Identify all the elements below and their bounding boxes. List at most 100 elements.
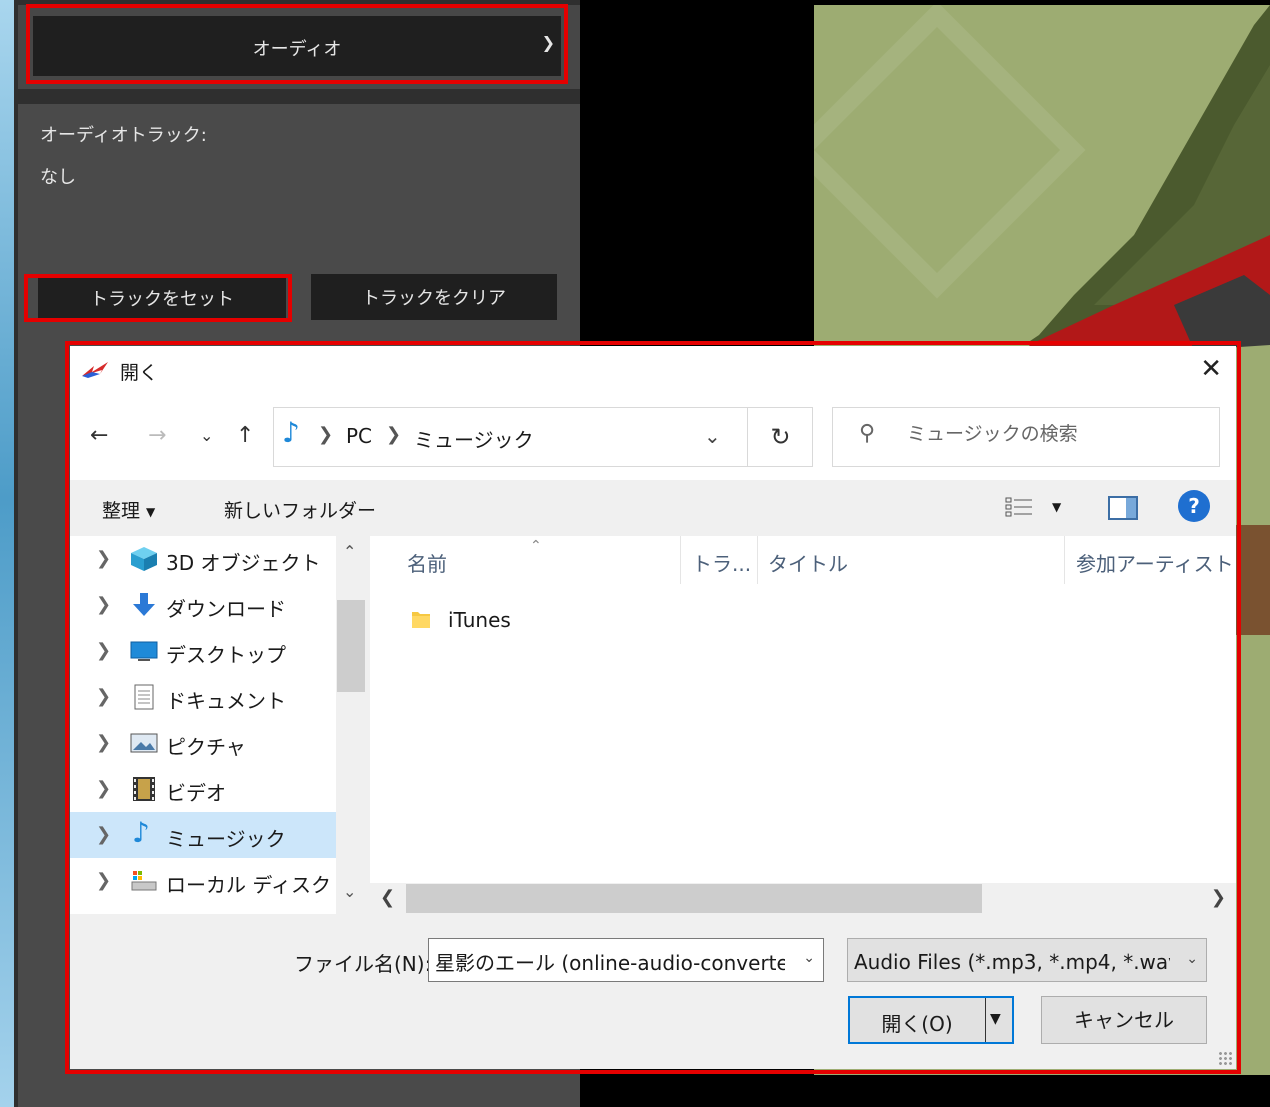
scroll-thumb[interactable] <box>337 600 365 692</box>
forward-arrow-icon[interactable]: → <box>148 424 166 448</box>
dropdown-value: オーディオ <box>252 39 342 60</box>
tree-item-local-disk[interactable]: ❯ ローカル ディスク (C <box>70 858 359 904</box>
tree-item-label: ダウンロード <box>166 597 286 621</box>
audio-track-value: なし <box>40 167 76 188</box>
view-options-caret-icon[interactable]: ▼ <box>1052 500 1061 514</box>
tree-item-videos[interactable]: ❯ ビデオ <box>70 766 336 812</box>
clear-track-button[interactable]: トラックをクリア <box>311 274 557 320</box>
refresh-icon[interactable]: ↻ <box>747 408 813 466</box>
open-file-dialog: 開く ✕ ← → ⌄ ↑ ♪ ❯ PC ❯ ミュージック ⌄ ↻ ⚲ 整理 ▼ 新… <box>70 346 1236 1069</box>
chevron-down-icon: ❯ <box>541 33 555 52</box>
tree-item-label: ローカル ディスク (C <box>166 873 360 897</box>
breadcrumb-separator-icon[interactable]: ❯ <box>386 424 401 445</box>
tree-scrollbar[interactable]: ⌃ ⌄ <box>336 536 366 914</box>
file-list-pane: ⌃ 名前 トラ... タイトル 参加アーティスト iTunes <box>370 536 1236 914</box>
expand-chevron-icon[interactable]: ❯ <box>96 778 111 799</box>
expand-chevron-icon[interactable]: ❯ <box>96 548 111 569</box>
breadcrumb-pc[interactable]: PC <box>346 424 372 448</box>
file-name: iTunes <box>448 608 511 632</box>
horizontal-scrollbar[interactable]: ❮ ❯ <box>370 883 1236 914</box>
tree-item-label: ドキュメント <box>166 689 286 713</box>
folder-icon <box>412 612 430 628</box>
audio-track-label: オーディオトラック: <box>40 125 207 146</box>
expand-chevron-icon[interactable]: ❯ <box>96 870 111 891</box>
help-icon[interactable]: ? <box>1178 490 1210 522</box>
column-divider[interactable] <box>757 536 758 584</box>
scroll-thumb[interactable] <box>406 884 982 913</box>
view-options-icon[interactable] <box>1005 496 1033 518</box>
search-icon: ⚲ <box>859 421 876 446</box>
caret-down-icon: ▼ <box>146 504 156 519</box>
sort-ascending-icon: ⌃ <box>530 538 542 554</box>
filename-input[interactable] <box>435 949 785 973</box>
filetype-value: Audio Files (*.mp3, *.mp4, *.wav <box>854 950 1170 974</box>
resize-grip-icon[interactable] <box>1218 1051 1232 1065</box>
tree-item-desktop[interactable]: ❯ デスクトップ <box>70 628 336 674</box>
scroll-right-icon[interactable]: ❯ <box>1211 887 1226 908</box>
background-sky <box>0 0 14 1107</box>
dialog-title: 開く <box>120 362 159 384</box>
tree-item-3d-objects[interactable]: ❯ 3D オブジェクト <box>70 536 336 582</box>
scroll-up-icon[interactable]: ⌃ <box>343 542 356 561</box>
organize-label: 整理 <box>102 500 141 522</box>
expand-chevron-icon[interactable]: ❯ <box>96 640 111 661</box>
filename-field[interactable]: ⌄ <box>428 938 824 982</box>
column-header-track[interactable]: トラ... <box>692 548 751 577</box>
scroll-down-icon[interactable]: ⌄ <box>343 882 356 901</box>
dialog-titlebar: 開く ✕ <box>70 346 1236 394</box>
document-icon <box>134 684 154 710</box>
breadcrumb-music[interactable]: ミュージック <box>414 424 534 453</box>
expand-chevron-icon[interactable]: ❯ <box>96 732 111 753</box>
address-bar[interactable]: ♪ ❯ PC ❯ ミュージック ⌄ ↻ <box>273 407 813 467</box>
tree-item-documents[interactable]: ❯ ドキュメント <box>70 674 336 720</box>
download-arrow-icon <box>133 593 155 616</box>
search-box[interactable]: ⚲ <box>832 407 1220 467</box>
picture-icon <box>130 733 158 753</box>
cancel-button[interactable]: キャンセル <box>1041 996 1207 1044</box>
search-input[interactable] <box>907 423 1207 445</box>
split-divider <box>985 998 986 1042</box>
caret-down-icon[interactable]: ▼ <box>990 1011 1001 1027</box>
filetype-select[interactable]: Audio Files (*.mp3, *.mp4, *.wav ⌄ <box>847 938 1207 982</box>
recent-locations-chevron-icon[interactable]: ⌄ <box>200 424 213 448</box>
address-history-chevron-icon[interactable]: ⌄ <box>704 424 721 448</box>
close-icon[interactable]: ✕ <box>1200 354 1222 384</box>
back-arrow-icon[interactable]: ← <box>90 424 108 448</box>
audio-category-dropdown[interactable]: オーディオ ❯ <box>33 16 561 76</box>
dialog-footer: ファイル名(N): ⌄ Audio Files (*.mp3, *.mp4, *… <box>70 914 1236 1069</box>
new-folder-button[interactable]: 新しいフォルダー <box>224 496 376 523</box>
cube-3d-icon <box>131 547 157 571</box>
up-arrow-icon[interactable]: ↑ <box>236 424 254 448</box>
tree-item-label: ピクチャ <box>166 735 246 759</box>
chevron-down-icon: ⌄ <box>1186 951 1198 967</box>
column-header-name[interactable]: 名前 <box>407 548 447 577</box>
tree-item-music[interactable]: ❯ ♪ ミュージック <box>70 812 336 858</box>
column-header-artist[interactable]: 参加アーティスト <box>1076 548 1234 577</box>
column-divider[interactable] <box>1064 536 1065 584</box>
music-note-icon: ♪ <box>132 816 150 849</box>
column-divider[interactable] <box>680 536 681 584</box>
tree-item-label: ミュージック <box>166 827 286 851</box>
navigation-bar: ← → ⌄ ↑ ♪ ❯ PC ❯ ミュージック ⌄ ↻ ⚲ <box>70 394 1236 480</box>
expand-chevron-icon[interactable]: ❯ <box>96 824 111 845</box>
expand-chevron-icon[interactable]: ❯ <box>96 686 111 707</box>
command-toolbar: 整理 ▼ 新しいフォルダー ▼ ? <box>70 480 1236 536</box>
organize-menu[interactable]: 整理 ▼ <box>102 496 155 523</box>
desktop-icon <box>130 641 158 661</box>
tree-item-label: 3D オブジェクト <box>166 551 321 575</box>
open-button[interactable]: 開く(O) ▼ <box>848 996 1014 1044</box>
preview-pane-icon[interactable] <box>1108 496 1138 520</box>
local-disk-icon <box>131 871 157 891</box>
chevron-down-icon[interactable]: ⌄ <box>803 950 815 966</box>
scroll-left-icon[interactable]: ❮ <box>380 887 395 908</box>
tree-item-pictures[interactable]: ❯ ピクチャ <box>70 720 336 766</box>
column-header-title[interactable]: タイトル <box>768 548 848 577</box>
tree-item-label: ビデオ <box>166 781 226 805</box>
set-track-button[interactable]: トラックをセット <box>38 276 286 320</box>
filename-label: ファイル名(N): <box>294 952 432 976</box>
music-note-icon: ♪ <box>282 416 300 449</box>
expand-chevron-icon[interactable]: ❯ <box>96 594 111 615</box>
tree-item-downloads[interactable]: ❯ ダウンロード <box>70 582 336 628</box>
app-icon <box>82 362 108 378</box>
breadcrumb-separator-icon[interactable]: ❯ <box>318 424 333 445</box>
